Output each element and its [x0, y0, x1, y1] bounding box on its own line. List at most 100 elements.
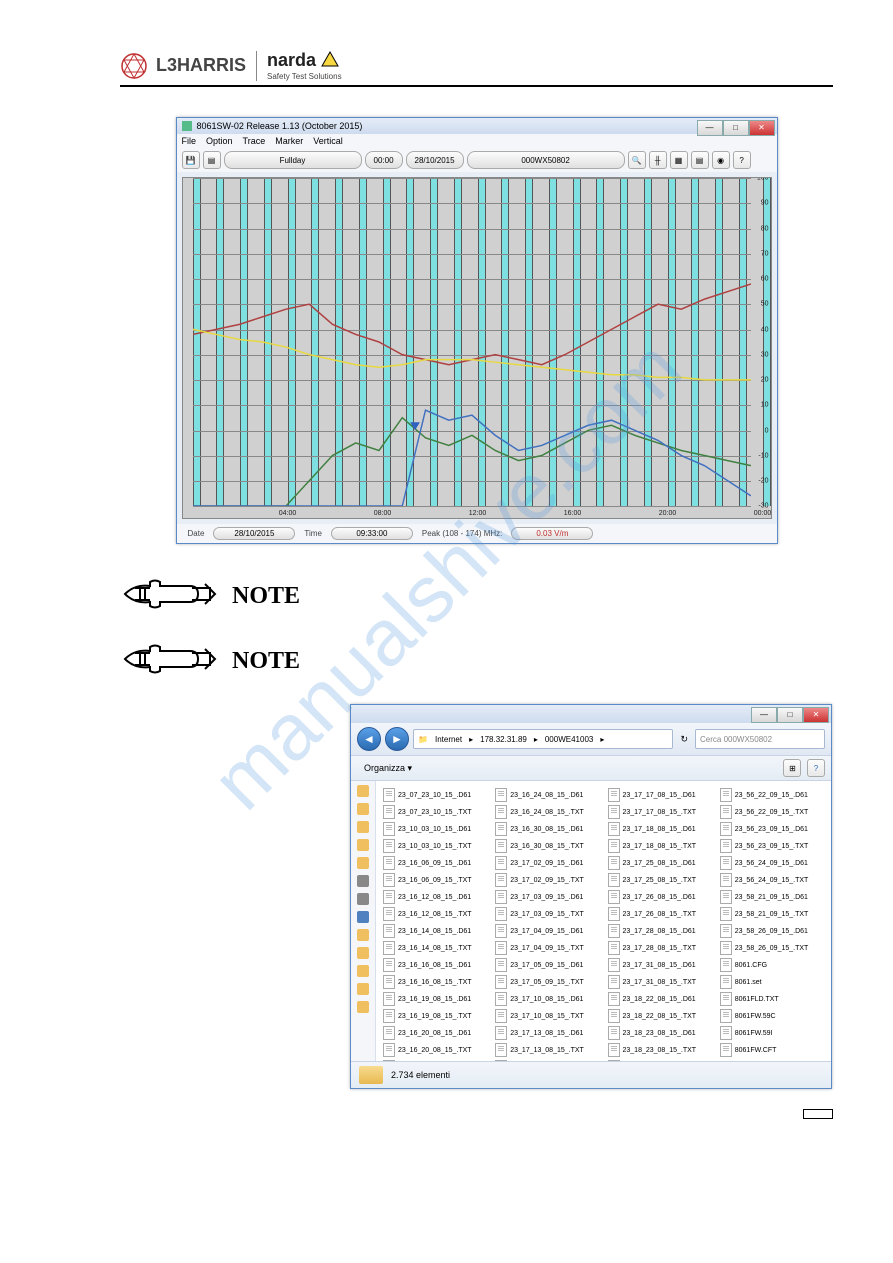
file-item[interactable]: 23_17_13_08_15_.D61 — [494, 1025, 600, 1041]
file-item[interactable]: 23_17_18_08_15_.TXT — [607, 838, 713, 854]
file-item[interactable]: 8061FLD.TXT — [719, 991, 825, 1007]
file-item[interactable]: 8061FW.59C — [719, 1008, 825, 1024]
sidebar-folder-icon[interactable] — [357, 1001, 369, 1013]
file-item[interactable]: 23_17_10_08_15_.TXT — [494, 1008, 600, 1024]
grid-icon[interactable]: ▦ — [670, 151, 688, 169]
file-item[interactable]: 23_07_23_10_15_.D61 — [382, 787, 488, 803]
sidebar-computer-icon[interactable] — [357, 875, 369, 887]
file-item[interactable]: 23_16_30_08_15_.D61 — [494, 821, 600, 837]
sidebar-folder-icon[interactable] — [357, 929, 369, 941]
sidebar-folder-icon[interactable] — [357, 839, 369, 851]
file-item[interactable]: 23_16_21_08_15_.D61 — [382, 1059, 488, 1061]
file-item[interactable] — [719, 1059, 825, 1061]
file-item[interactable]: 23_16_16_08_15_.D61 — [382, 957, 488, 973]
file-item[interactable]: 23_56_24_09_15_.D61 — [719, 855, 825, 871]
sidebar-favorites-icon[interactable] — [357, 785, 369, 797]
file-item[interactable]: 23_17_05_09_15_.TXT — [494, 974, 600, 990]
file-item[interactable]: 23_16_14_08_15_.TXT — [382, 940, 488, 956]
addr-seg-0[interactable]: Internet — [432, 735, 465, 744]
file-item[interactable]: 23_17_31_08_15_.TXT — [607, 974, 713, 990]
file-grid[interactable]: 23_07_23_10_15_.D6123_16_24_08_15_.D6123… — [376, 781, 831, 1061]
explorer-help-icon[interactable]: ? — [807, 759, 825, 777]
file-item[interactable]: 23_17_17_08_15_.TXT — [607, 804, 713, 820]
file-item[interactable]: 23_16_24_08_15_.D61 — [494, 787, 600, 803]
marker-icon[interactable]: ╫ — [649, 151, 667, 169]
file-item[interactable]: 23_17_28_08_15_.D61 — [607, 923, 713, 939]
view-icon[interactable]: ⊞ — [783, 759, 801, 777]
file-item[interactable]: 23_18_27_08_15_.D61 — [607, 1059, 713, 1061]
file-item[interactable]: 23_07_23_10_15_.TXT — [382, 804, 488, 820]
blue-icon[interactable]: ◉ — [712, 151, 730, 169]
file-item[interactable]: 23_16_19_08_15_.D61 — [382, 991, 488, 1007]
file-item[interactable]: 23_16_20_08_15_.D61 — [382, 1025, 488, 1041]
file-item[interactable]: 8061FW.CFT — [719, 1042, 825, 1058]
exp-minimize-button[interactable]: — — [751, 707, 777, 723]
file-item[interactable]: 23_16_16_08_15_.TXT — [382, 974, 488, 990]
sidebar-network-icon[interactable] — [357, 911, 369, 923]
file-item[interactable]: 23_17_04_09_15_.D61 — [494, 923, 600, 939]
zoom-icon[interactable]: 🔍 — [628, 151, 646, 169]
mode-display[interactable]: Fullday — [224, 151, 362, 169]
file-item[interactable]: 23_58_21_09_15_.TXT — [719, 906, 825, 922]
file-item[interactable]: 23_16_24_08_15_.TXT — [494, 804, 600, 820]
file-item[interactable]: 8061.CFG — [719, 957, 825, 973]
file-item[interactable]: 23_16_20_08_15_.TXT — [382, 1042, 488, 1058]
menu-vertical[interactable]: Vertical — [313, 136, 343, 146]
file-item[interactable]: 23_17_13_08_15_.TXT — [494, 1042, 600, 1058]
file-item[interactable]: 23_17_26_08_15_.D61 — [607, 889, 713, 905]
file-item[interactable]: 23_58_26_09_15_.TXT — [719, 940, 825, 956]
export-icon[interactable]: ▤ — [203, 151, 221, 169]
date-display[interactable]: 28/10/2015 — [406, 151, 464, 169]
file-item[interactable]: 23_17_25_08_15_.D61 — [607, 855, 713, 871]
sidebar-drive-icon[interactable] — [357, 893, 369, 905]
file-item[interactable]: 23_58_21_09_15_.D61 — [719, 889, 825, 905]
file-item[interactable]: 23_16_06_09_15_.TXT — [382, 872, 488, 888]
menu-trace[interactable]: Trace — [243, 136, 266, 146]
save-icon[interactable]: 💾 — [182, 151, 200, 169]
file-item[interactable]: 23_18_23_08_15_.TXT — [607, 1042, 713, 1058]
file-item[interactable]: 23_18_23_08_15_.D61 — [607, 1025, 713, 1041]
file-item[interactable]: 23_16_30_08_15_.TXT — [494, 838, 600, 854]
file-item[interactable]: 23_58_26_09_15_.D61 — [719, 923, 825, 939]
refresh-icon[interactable]: ↻ — [677, 734, 691, 745]
file-item[interactable]: 8061FW.59I — [719, 1025, 825, 1041]
file-item[interactable]: 23_56_22_09_15_.TXT — [719, 804, 825, 820]
back-button[interactable]: ◄ — [357, 727, 381, 751]
file-item[interactable]: 23_56_24_09_15_.TXT — [719, 872, 825, 888]
addr-seg-1[interactable]: 178.32.31.89 — [477, 735, 530, 744]
file-item[interactable]: 23_17_25_08_15_.TXT — [607, 872, 713, 888]
file-item[interactable]: 23_17_26_08_15_.TXT — [607, 906, 713, 922]
explorer-search[interactable]: Cerca 000WX50802 — [695, 729, 825, 749]
forward-button[interactable]: ► — [385, 727, 409, 751]
exp-close-button[interactable]: ✕ — [803, 707, 829, 723]
menu-marker[interactable]: Marker — [275, 136, 303, 146]
chart-area[interactable]: -30-20-10010203040506070809010004:0008:0… — [182, 177, 772, 519]
file-item[interactable]: 23_16_06_09_15_.D61 — [382, 855, 488, 871]
sidebar-folder-icon[interactable] — [357, 947, 369, 959]
file-item[interactable]: 23_10_03_10_15_.D61 — [382, 821, 488, 837]
file-item[interactable]: 23_56_22_09_15_.D61 — [719, 787, 825, 803]
file-item[interactable]: 23_17_03_09_15_.TXT — [494, 906, 600, 922]
file-item[interactable]: 23_17_02_09_15_.TXT — [494, 872, 600, 888]
table-icon[interactable]: ▤ — [691, 151, 709, 169]
sidebar-folder-icon[interactable] — [357, 803, 369, 815]
sidebar-folder-icon[interactable] — [357, 857, 369, 869]
file-item[interactable]: 23_17_31_08_15_.D61 — [607, 957, 713, 973]
file-item[interactable]: 23_56_23_09_15_.TXT — [719, 838, 825, 854]
menu-option[interactable]: Option — [206, 136, 233, 146]
station-display[interactable]: 000WX50802 — [467, 151, 625, 169]
minimize-button[interactable]: — — [697, 120, 723, 136]
sidebar-folder-icon[interactable] — [357, 965, 369, 977]
file-item[interactable]: 23_17_03_09_15_.D61 — [494, 889, 600, 905]
address-bar[interactable]: 📁 Internet▸ 178.32.31.89▸ 000WE41003▸ — [413, 729, 673, 749]
exp-maximize-button[interactable]: □ — [777, 707, 803, 723]
file-item[interactable]: 23_18_22_08_15_.D61 — [607, 991, 713, 1007]
help-icon[interactable]: ? — [733, 151, 751, 169]
file-item[interactable]: 23_16_12_08_15_.TXT — [382, 906, 488, 922]
file-item[interactable]: 8061.set — [719, 974, 825, 990]
file-item[interactable]: 23_17_28_08_15_.TXT — [607, 940, 713, 956]
menu-file[interactable]: File — [182, 136, 197, 146]
file-item[interactable]: 23_16_12_08_15_.D61 — [382, 889, 488, 905]
file-item[interactable]: 23_17_10_08_15_.D61 — [494, 991, 600, 1007]
file-item[interactable]: 23_17_18_08_15_.D61 — [607, 821, 713, 837]
